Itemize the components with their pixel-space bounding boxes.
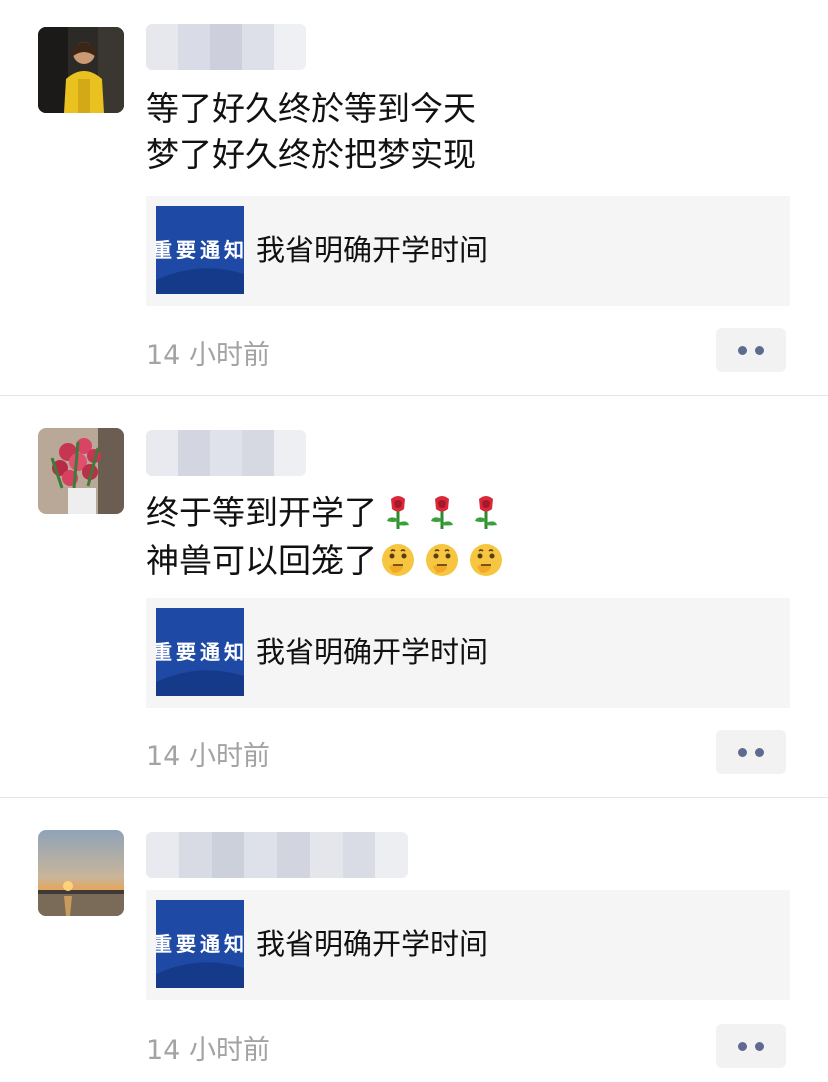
post-text-line: 等了好久终於等到今天 [146, 89, 476, 128]
avatar-image [38, 830, 124, 916]
post-text: 终于等到开学了 神兽可以回笼了 [146, 490, 513, 584]
username-blurred[interactable] [146, 24, 306, 70]
rose-emoji [425, 495, 459, 529]
thinking-face-emoji [425, 543, 459, 577]
post: 等了好久终於等到今天 梦了好久终於把梦实现 重要通知 我省明确开学时间 14 小… [0, 0, 828, 395]
more-dot [738, 1041, 747, 1051]
post-timestamp: 14 小时前 [146, 340, 270, 371]
post: 重要通知 我省明确开学时间 14 小时前 [0, 798, 828, 1082]
post-text-line-2: 神兽可以回笼了 [146, 541, 377, 580]
post-text-line: 终于等到开学了 [146, 490, 513, 536]
rose-emoji [469, 495, 503, 529]
shared-link-card[interactable]: 重要通知 我省明确开学时间 [146, 598, 790, 708]
more-dot [755, 747, 764, 757]
link-thumbnail: 重要通知 [156, 900, 244, 988]
shared-link-card[interactable]: 重要通知 我省明确开学时间 [146, 196, 790, 306]
post-timestamp: 14 小时前 [146, 1035, 270, 1066]
avatar-image [38, 27, 124, 113]
link-thumbnail: 重要通知 [156, 608, 244, 696]
thumbnail-wave [156, 670, 244, 696]
link-title: 我省明确开学时间 [256, 927, 489, 961]
thinking-face-emoji [469, 543, 503, 577]
avatar[interactable] [38, 27, 124, 113]
more-button[interactable] [716, 730, 786, 774]
post-text-line: 神兽可以回笼了 [146, 538, 513, 584]
avatar[interactable] [38, 830, 124, 916]
username-blurred[interactable] [146, 430, 306, 476]
link-title: 我省明确开学时间 [256, 635, 489, 669]
more-button[interactable] [716, 1024, 786, 1068]
more-dot [755, 1041, 764, 1051]
more-dot [755, 345, 764, 355]
thinking-face-emoji [381, 543, 415, 577]
shared-link-card[interactable]: 重要通知 我省明确开学时间 [146, 890, 790, 1000]
post-text-line-1: 终于等到开学了 [146, 493, 377, 532]
thumbnail-text: 重要通知 [156, 932, 244, 956]
avatar-image [38, 428, 124, 514]
more-dot [738, 345, 747, 355]
thumbnail-text: 重要通知 [156, 238, 244, 262]
post-text-line: 梦了好久终於把梦实现 [146, 135, 476, 174]
rose-emoji [381, 495, 415, 529]
thumbnail-wave [156, 962, 244, 988]
more-button[interactable] [716, 328, 786, 372]
thumbnail-text: 重要通知 [156, 640, 244, 664]
avatar[interactable] [38, 428, 124, 514]
post: 终于等到开学了 神兽可以回笼了 重要通知 我省明确开学时间 14 小时前 [0, 396, 828, 797]
post-timestamp: 14 小时前 [146, 741, 270, 772]
post-text: 等了好久终於等到今天 梦了好久终於把梦实现 [146, 86, 476, 178]
more-dot [738, 747, 747, 757]
username-blurred[interactable] [146, 832, 408, 878]
link-thumbnail: 重要通知 [156, 206, 244, 294]
link-title: 我省明确开学时间 [256, 233, 489, 267]
thumbnail-wave [156, 268, 244, 294]
